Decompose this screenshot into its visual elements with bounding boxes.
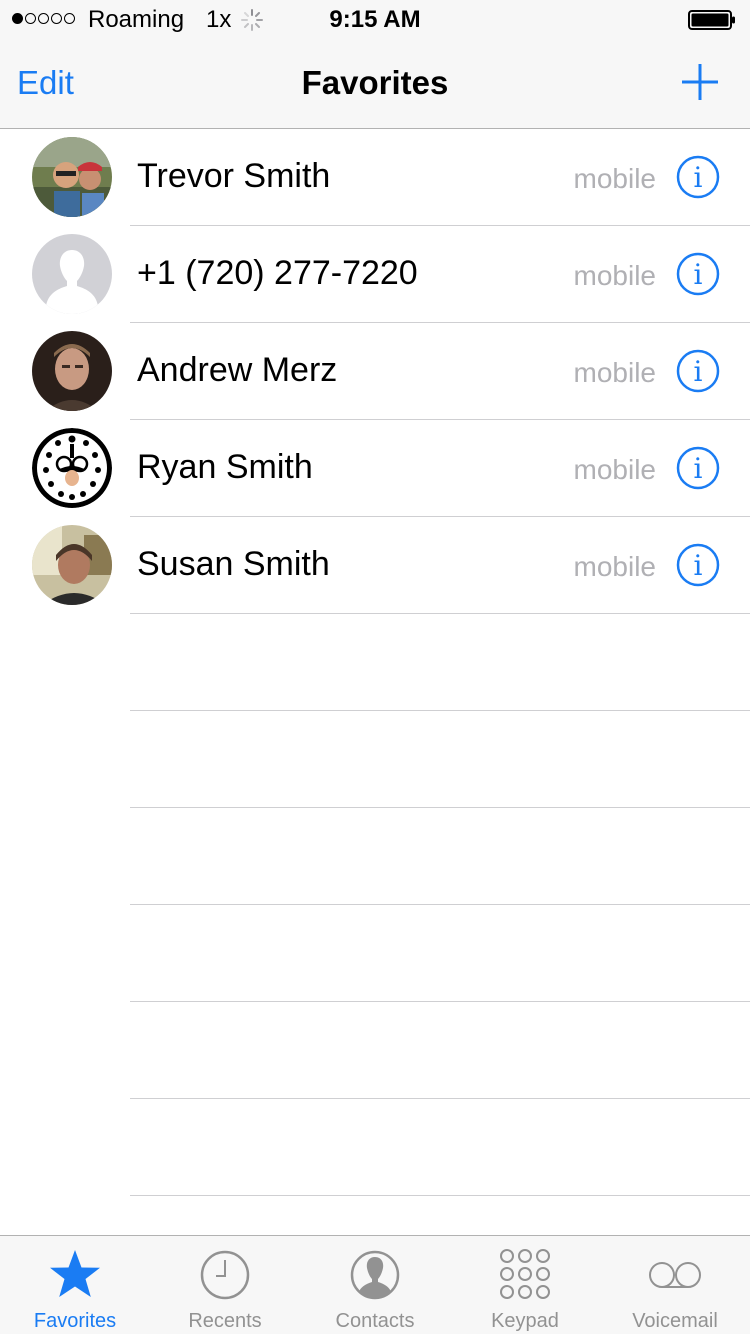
favorite-row[interactable]: Ryan Smith mobile i: [0, 420, 750, 517]
empty-row: [0, 905, 750, 1002]
tab-label: Voicemail: [632, 1310, 718, 1332]
empty-row: [0, 808, 750, 905]
tab-recents[interactable]: Recents: [150, 1236, 300, 1334]
info-icon[interactable]: i: [676, 252, 720, 296]
contact-name: +1 (720) 277-7220: [137, 254, 418, 292]
tab-label: Favorites: [33, 1310, 117, 1332]
favorite-row[interactable]: Andrew Merz mobile i: [0, 323, 750, 420]
tab-label: Recents: [188, 1310, 262, 1332]
empty-row: [0, 614, 750, 711]
contact-name: Susan Smith: [137, 545, 330, 583]
svg-text:i: i: [694, 258, 703, 291]
svg-text:i: i: [694, 355, 703, 388]
contact-name: Ryan Smith: [137, 448, 313, 486]
tab-bar: Favorites Recents Contacts Keypad Voicem…: [0, 1235, 750, 1334]
status-bar: Roaming 1x 9:15 AM: [0, 0, 750, 40]
battery-icon: [688, 10, 735, 30]
phone-type-label: mobile: [573, 454, 656, 485]
phone-type-label: mobile: [573, 357, 656, 388]
tab-keypad[interactable]: Keypad: [450, 1236, 600, 1334]
contact-name: Andrew Merz: [137, 351, 338, 389]
tab-label: Contacts: [335, 1310, 415, 1332]
info-icon[interactable]: i: [676, 349, 720, 393]
favorites-list: Trevor Smith mobile i +1 (720) 277-7220 …: [0, 129, 750, 1196]
phone-type-label: mobile: [573, 260, 656, 291]
favorite-row[interactable]: Susan Smith mobile i: [0, 517, 750, 614]
svg-text:i: i: [694, 549, 703, 582]
phone-type-label: mobile: [573, 551, 656, 582]
navigation-bar: Edit Favorites: [0, 40, 750, 129]
empty-row: [0, 1002, 750, 1099]
contact-silhouette-icon: [350, 1250, 400, 1300]
avatar: [32, 137, 112, 217]
avatar: [32, 525, 112, 605]
tab-voicemail[interactable]: Voicemail: [600, 1236, 750, 1334]
page-title: Favorites: [301, 64, 449, 101]
voicemail-icon: [649, 1262, 701, 1288]
tab-favorites[interactable]: Favorites: [0, 1236, 150, 1334]
contact-name: Trevor Smith: [137, 157, 331, 195]
svg-text:i: i: [694, 452, 703, 485]
clock-icon: [200, 1250, 250, 1300]
status-time: 9:15 AM: [329, 6, 421, 33]
avatar-placeholder-icon: [32, 234, 112, 314]
tab-contacts[interactable]: Contacts: [300, 1236, 450, 1334]
favorite-row[interactable]: +1 (720) 277-7220 mobile i: [0, 226, 750, 323]
star-icon: [50, 1250, 100, 1297]
svg-text:i: i: [694, 161, 703, 194]
tab-label: Keypad: [491, 1310, 559, 1332]
info-icon[interactable]: i: [676, 446, 720, 490]
add-favorite-plus-icon[interactable]: [680, 62, 720, 102]
empty-row: [0, 1099, 750, 1196]
empty-row: [0, 711, 750, 808]
info-icon[interactable]: i: [676, 543, 720, 587]
phone-type-label: mobile: [573, 163, 656, 194]
info-icon[interactable]: i: [676, 155, 720, 199]
favorite-row[interactable]: Trevor Smith mobile i: [0, 129, 750, 226]
avatar: [32, 428, 112, 508]
avatar: [32, 331, 112, 411]
keypad-icon: [500, 1249, 550, 1299]
